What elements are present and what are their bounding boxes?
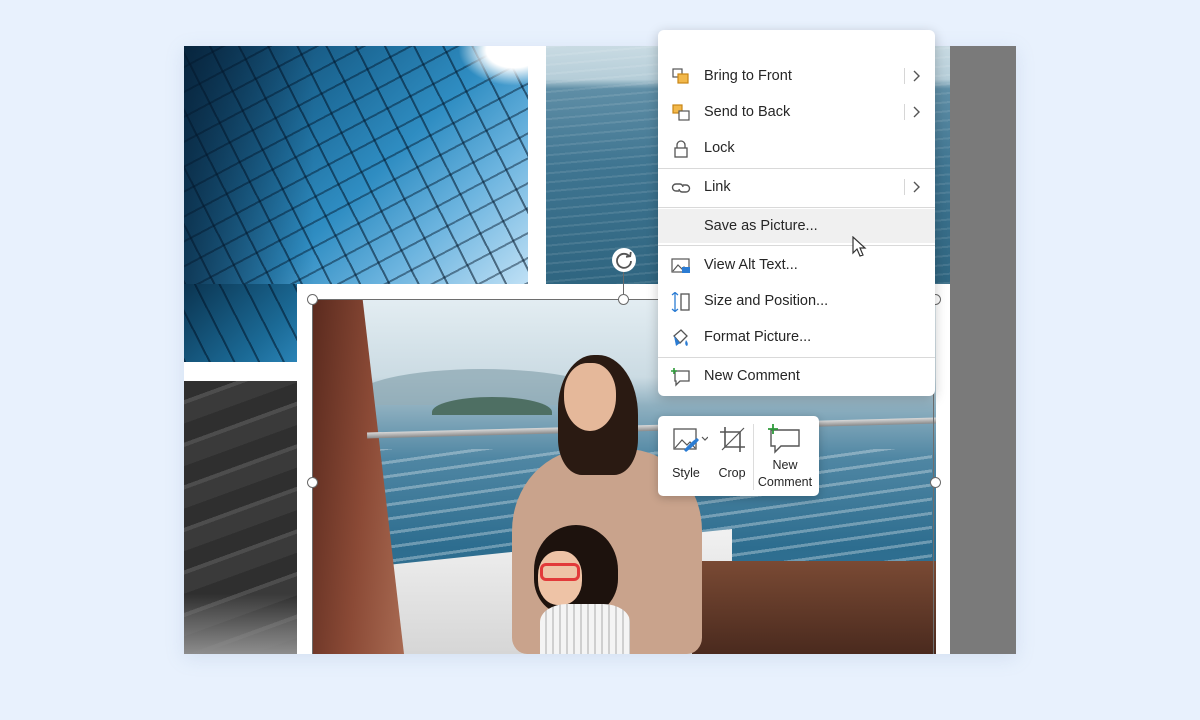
new-comment-icon xyxy=(671,368,690,387)
new-comment-label-line2: Comment xyxy=(757,475,813,489)
resize-handle-top-left[interactable] xyxy=(307,294,318,305)
menu-item-label: Link xyxy=(704,179,731,195)
building-photo-lower[interactable] xyxy=(184,284,297,362)
menu-item-label: Send to Back xyxy=(704,104,791,120)
style-label: Style xyxy=(672,466,700,480)
format-picture-icon xyxy=(673,329,688,346)
menu-item-label: Lock xyxy=(704,140,735,156)
new-comment-label-line1: New xyxy=(772,458,798,472)
new-comment-button[interactable]: New Comment xyxy=(754,416,816,496)
crop-icon xyxy=(720,427,745,452)
chevron-right-icon xyxy=(904,179,920,195)
picture-style-icon xyxy=(673,428,708,452)
menu-item-size-and-position[interactable]: Size and Position... xyxy=(658,284,935,318)
building-sky xyxy=(458,46,528,86)
new-comment-icon xyxy=(768,424,800,454)
stairs-light xyxy=(184,594,297,654)
boat-rail xyxy=(367,417,936,439)
menu-item-send-to-back[interactable]: Send to Back xyxy=(658,95,935,129)
woman-face xyxy=(564,363,616,431)
menu-item-new-comment[interactable]: New Comment xyxy=(658,359,935,393)
menu-separator xyxy=(658,245,935,246)
link-icon xyxy=(671,183,691,193)
menu-item-label: Bring to Front xyxy=(704,68,792,84)
girl-figure xyxy=(540,604,630,654)
resize-handle-middle-right[interactable] xyxy=(930,477,941,488)
menu-item-label: View Alt Text... xyxy=(704,257,798,273)
rotate-icon xyxy=(616,251,632,269)
lock-icon xyxy=(674,140,688,158)
menu-separator xyxy=(658,357,935,358)
rotate-handle[interactable] xyxy=(612,248,636,272)
resize-handle-middle-left[interactable] xyxy=(307,477,318,488)
crop-label: Crop xyxy=(718,466,746,480)
mouse-cursor-icon xyxy=(852,236,867,257)
menu-item-lock[interactable]: Lock xyxy=(658,131,935,165)
editor-background xyxy=(950,46,1016,654)
menu-item-view-alt-text[interactable]: View Alt Text... xyxy=(658,248,935,282)
chevron-right-icon xyxy=(904,68,920,84)
menu-item-label: Size and Position... xyxy=(704,293,829,309)
menu-item-bring-to-front[interactable]: Bring to Front xyxy=(658,59,935,93)
menu-separator xyxy=(658,168,935,169)
send-to-back-icon xyxy=(672,104,690,121)
girl-glasses xyxy=(540,563,580,581)
building-shade xyxy=(184,46,314,284)
boat-deck xyxy=(692,561,936,654)
staircase-photo[interactable] xyxy=(184,381,297,654)
menu-item-save-as-picture[interactable]: Save as Picture... xyxy=(658,209,935,243)
mini-toolbar: Style Crop New Comment xyxy=(658,416,819,496)
resize-handle-top-middle[interactable] xyxy=(618,294,629,305)
size-position-icon xyxy=(671,292,690,312)
menu-separator xyxy=(658,207,935,208)
menu-item-format-picture[interactable]: Format Picture... xyxy=(658,320,935,354)
alt-text-icon xyxy=(671,258,690,273)
style-button[interactable]: Style xyxy=(664,416,708,496)
menu-item-label: Save as Picture... xyxy=(704,218,818,234)
chevron-right-icon xyxy=(904,104,920,120)
bring-to-front-icon xyxy=(672,68,689,84)
context-menu: Bring to Front Send to Back Lock Link Sa… xyxy=(658,30,935,396)
menu-item-label: New Comment xyxy=(704,368,800,384)
rotation-stem xyxy=(623,270,624,294)
menu-item-label: Format Picture... xyxy=(704,329,812,345)
menu-item-link[interactable]: Link xyxy=(658,170,935,204)
building-photo[interactable] xyxy=(184,46,528,284)
crop-button[interactable]: Crop xyxy=(712,416,752,496)
